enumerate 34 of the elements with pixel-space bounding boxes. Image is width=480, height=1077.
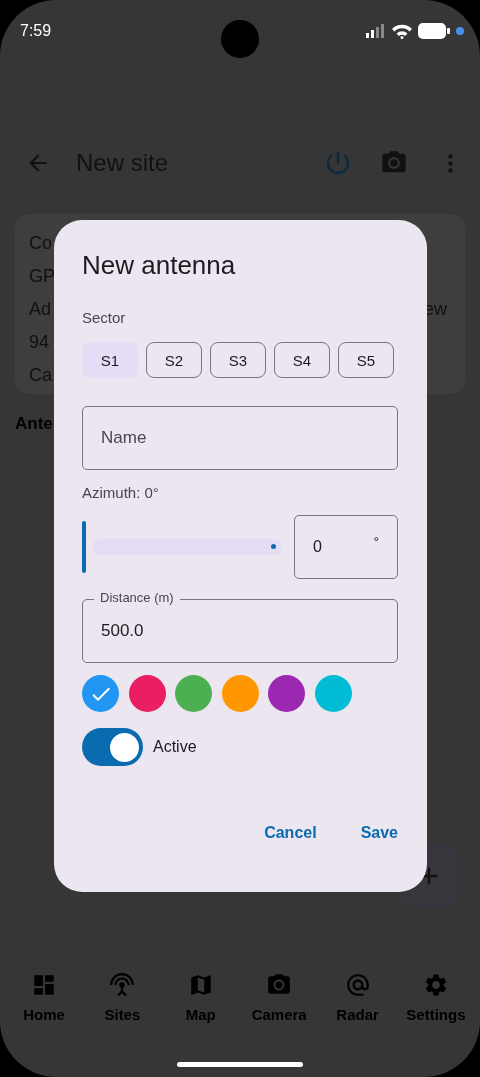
antenna-icon: [109, 972, 136, 998]
notification-dot: [456, 27, 464, 35]
radar-icon: [344, 972, 371, 998]
color-swatch[interactable]: [268, 675, 305, 712]
sector-chip[interactable]: S2: [146, 342, 202, 378]
sector-chip[interactable]: S3: [210, 342, 266, 378]
signal-icon: [366, 24, 386, 38]
more-icon: [447, 153, 453, 173]
sector-chip[interactable]: S4: [274, 342, 330, 378]
azimuth-field[interactable]: 0 °: [294, 515, 398, 579]
camera-cutout: [221, 20, 259, 58]
slider-thumb[interactable]: [82, 521, 86, 573]
sector-chip[interactable]: S5: [338, 342, 394, 378]
color-swatch[interactable]: [175, 675, 212, 712]
color-swatch[interactable]: [221, 675, 259, 712]
battery-icon: [418, 23, 450, 39]
color-swatch[interactable]: [128, 675, 166, 712]
color-swatch[interactable]: [314, 675, 352, 712]
dialog-title: New antenna: [82, 250, 237, 281]
dashboard-icon: [31, 972, 57, 998]
active-switch[interactable]: [82, 728, 143, 766]
wifi-icon: [392, 23, 412, 39]
field-label: Distance (m): [94, 590, 180, 606]
color-swatch[interactable]: [82, 675, 119, 712]
azimuth-label: Azimuth: 0°: [82, 484, 160, 501]
home-indicator[interactable]: [177, 1062, 303, 1067]
sector-label: Sector: [82, 309, 127, 326]
name-field[interactable]: Name: [82, 406, 398, 470]
azimuth-slider[interactable]: [82, 521, 282, 573]
active-label: Active: [153, 738, 197, 756]
sector-chip[interactable]: S1: [82, 342, 138, 378]
cancel-button[interactable]: Cancel: [252, 818, 329, 848]
status-time: 7:59: [20, 22, 52, 40]
save-button[interactable]: Save: [348, 818, 410, 848]
